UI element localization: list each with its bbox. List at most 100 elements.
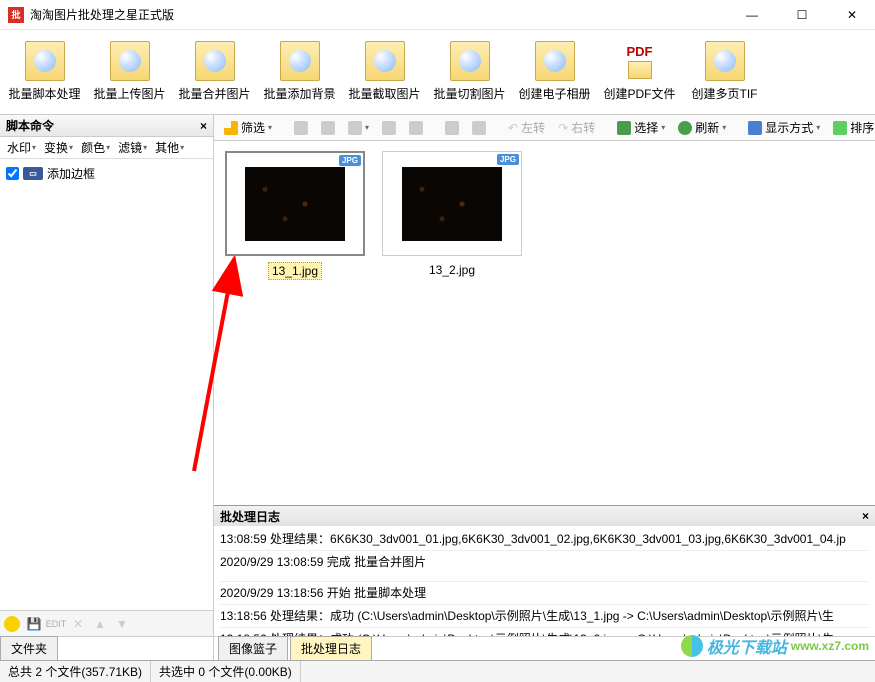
log-tab-1[interactable]: 批处理日志 [290,636,372,660]
rotate-right-button[interactable]: ↷右转 [554,118,599,137]
log-line: 2020/9/29 13:18:56 开始 批量脚本处理 [220,581,869,602]
watermark-url: www.xz7.com [791,639,869,653]
toolbar-item-2[interactable]: 批量合并图片 [172,35,257,114]
toolbar-item-5[interactable]: 批量切割图片 [427,35,512,114]
toolbar-item-7[interactable]: PDF创建PDF文件 [597,35,682,114]
status-selected: 共选中 0 个文件(0.00KB) [151,661,301,682]
toolbar-item-4[interactable]: 批量截取图片 [342,35,427,114]
thumbnail-box[interactable]: JPG [225,151,365,256]
status-total: 总共 2 个文件(357.71KB) [0,661,151,682]
toolbar-icon [25,41,65,81]
thumbnail-label: 13_2.jpg [426,262,478,278]
watermark: 极光下载站 www.xz7.com [681,634,869,658]
toolbar-label: 创建多页TIF [692,85,758,102]
log-line: 13:08:59 处理结果：6K6K30_3dv001_01.jpg,6K6K3… [220,530,869,548]
log-body[interactable]: 13:08:59 处理结果：6K6K30_3dv001_01.jpg,6K6K3… [214,526,875,636]
select-label: 选择 [634,119,658,136]
toolbar-label: 批量截取图片 [348,85,420,102]
log-tab-0[interactable]: 图像篮子 [218,636,288,660]
script-panel-close-icon[interactable]: × [200,119,207,133]
script-panel: 脚本命令 × 水印▾变换▾颜色▾滤镜▾其他▾ ▭ 添加边框 💾 EDIT ✕ ▲… [0,115,214,660]
gray-btn-5[interactable] [405,120,427,136]
gray-btn-1[interactable] [290,120,312,136]
refresh-label: 刷新 [695,119,719,136]
gray-btn-2[interactable] [317,120,339,136]
toolbar-item-0[interactable]: 批量脚本处理 [2,35,87,114]
format-badge: JPG [497,154,519,165]
filter-button[interactable]: 筛选▾ [220,118,276,137]
toolbar-item-1[interactable]: 批量上传图片 [87,35,172,114]
format-badge: JPG [339,155,361,166]
toolbar-label: 批量合并图片 [178,85,250,102]
sort-icon [833,121,847,135]
log-header: 批处理日志 × [214,506,875,526]
display-mode-label: 显示方式 [765,119,813,136]
script-item-checkbox[interactable] [6,167,19,180]
script-menu-3[interactable]: 滤镜▾ [115,137,150,158]
script-list: ▭ 添加边框 [0,159,213,610]
toolbar-icon [365,41,405,81]
delete-icon[interactable]: ✕ [70,616,86,632]
script-panel-header: 脚本命令 × [0,115,213,137]
toolbar-icon [110,41,150,81]
toolbar-label: 批量脚本处理 [8,85,80,102]
window-title: 淘淘图片批处理之星正式版 [30,6,737,23]
script-menu: 水印▾变换▾颜色▾滤镜▾其他▾ [0,137,213,159]
file-grid[interactable]: JPG13_1.jpgJPG13_2.jpg [214,141,875,505]
refresh-button[interactable]: 刷新▾ [674,118,730,137]
title-bar: 批 淘淘图片批处理之星正式版 — ☐ ✕ [0,0,875,30]
thumbnail-image [402,167,502,241]
script-menu-4[interactable]: 其他▾ [152,137,187,158]
gray-btn-3[interactable]: ▾ [344,120,373,136]
watermark-cn: 极光下载站 [707,634,787,658]
script-bottom-tools: 💾 EDIT ✕ ▲ ▼ [0,610,213,636]
rotate-right-label: 右转 [571,119,595,136]
left-bottom-tabs: 文件夹 [0,636,213,660]
script-menu-0[interactable]: 水印▾ [4,137,39,158]
rotate-left-label: 左转 [521,119,545,136]
select-button[interactable]: 选择▾ [613,118,669,137]
up-icon[interactable]: ▲ [92,616,108,632]
file-item[interactable]: JPG13_1.jpg [224,151,366,280]
tab-folder[interactable]: 文件夹 [0,636,58,660]
toolbar-label: 批量切割图片 [433,85,505,102]
filter-label: 筛选 [241,119,265,136]
gray-btn-6[interactable] [441,120,463,136]
toolbar-item-6[interactable]: 创建电子相册 [512,35,597,114]
maximize-button[interactable]: ☐ [787,5,817,25]
thumbnail-image [245,167,345,241]
border-badge-icon: ▭ [23,167,43,180]
status-bar: 总共 2 个文件(357.71KB) 共选中 0 个文件(0.00KB) [0,660,875,682]
log-close-icon[interactable]: × [862,509,869,523]
script-menu-2[interactable]: 颜色▾ [78,137,113,158]
check-icon [617,121,631,135]
save-icon[interactable]: 💾 [26,616,42,632]
script-item-label: 添加边框 [47,165,95,182]
down-icon[interactable]: ▼ [114,616,130,632]
script-menu-1[interactable]: 变换▾ [41,137,76,158]
toolbar-icon [195,41,235,81]
toolbar-icon [280,41,320,81]
refresh-icon [678,121,692,135]
file-item[interactable]: JPG 13_2.jpg [381,151,523,278]
gray-btn-7[interactable] [468,120,490,136]
toolbar-label: 批量添加背景 [263,85,335,102]
close-button[interactable]: ✕ [837,5,867,25]
rotate-left-button[interactable]: ↶左转 [504,118,549,137]
tool-yellow-icon[interactable] [4,616,20,632]
script-item-add-border[interactable]: ▭ 添加边框 [4,163,209,184]
filter-icon [224,121,238,135]
toolbar-item-3[interactable]: 批量添加背景 [257,35,342,114]
minimize-button[interactable]: — [737,5,767,25]
display-mode-button[interactable]: 显示方式▾ [744,118,824,137]
thumbnail-box[interactable]: JPG [382,151,522,256]
app-icon: 批 [8,7,24,23]
toolbar-label: 创建电子相册 [518,85,590,102]
sort-label: 排序 [850,119,874,136]
watermark-icon [681,635,703,657]
toolbar-item-8[interactable]: 创建多页TIF [682,35,767,114]
edit-button[interactable]: EDIT [48,616,64,632]
gray-btn-4[interactable] [378,120,400,136]
sort-button[interactable]: 排序▾ [829,118,875,137]
main-toolbar: 批量脚本处理批量上传图片批量合并图片批量添加背景批量截取图片批量切割图片创建电子… [0,30,875,115]
